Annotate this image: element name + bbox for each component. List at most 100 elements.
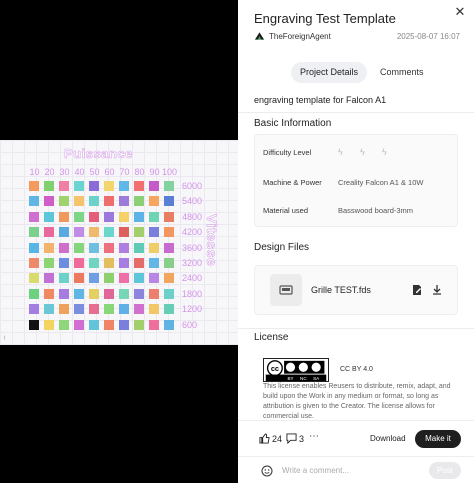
test-swatch [89, 319, 99, 330]
test-swatch [104, 227, 114, 238]
test-swatch [74, 273, 84, 284]
test-swatch [104, 257, 114, 268]
preview-corner-mark: ˡ [4, 336, 6, 343]
edit-file-icon[interactable] [411, 284, 423, 296]
test-swatch [59, 288, 69, 299]
test-swatch [104, 181, 114, 191]
test-swatch [104, 242, 114, 253]
test-swatch [164, 181, 174, 191]
comment-count-button[interactable]: 3 [286, 433, 304, 444]
speed-row-label: 1200 [182, 304, 203, 315]
license-description: This license enables Reusers to distribu… [263, 383, 451, 420]
test-swatch [44, 196, 54, 207]
test-swatch [104, 211, 114, 222]
test-swatch [119, 273, 129, 284]
swatch-row: 6000 [29, 181, 208, 196]
author-name[interactable]: TheForeignAgent [269, 32, 331, 41]
project-preview-image: Puissance 10 20 30 40 50 60 70 80 90 100 6000 5400… [0, 140, 238, 345]
license-card: cc BY NC SA CC BY 4.0 This license enabl… [254, 350, 458, 420]
difficulty-label: Difficulty Level [263, 147, 312, 157]
tab-comments[interactable]: Comments [371, 62, 433, 83]
author-logo-icon [254, 32, 265, 40]
test-swatch [74, 304, 84, 315]
action-footer: 24 3 ⋯ Download Make it [238, 420, 474, 456]
test-swatch [59, 304, 69, 315]
test-swatch [164, 211, 174, 222]
download-icon[interactable] [431, 284, 443, 296]
test-swatch [119, 227, 129, 238]
test-swatch [29, 242, 39, 253]
test-swatch [149, 181, 159, 191]
difficulty-bolt-icon: ϟ [382, 147, 387, 157]
power-column-label: 40 [74, 167, 85, 177]
test-swatch [104, 273, 114, 284]
test-swatch [44, 273, 54, 284]
test-swatch [164, 288, 174, 299]
test-swatch [29, 257, 39, 268]
test-swatch [44, 227, 54, 238]
swatch-row: 2400 [29, 273, 208, 288]
design-file-card[interactable]: Grille TEST.fds [254, 265, 458, 315]
test-swatch [149, 227, 159, 238]
power-column-label: 80 [134, 167, 145, 177]
test-swatch [164, 273, 174, 284]
svg-text:NC: NC [300, 376, 307, 381]
test-swatch [119, 196, 129, 207]
test-swatch [59, 242, 69, 253]
swatch-row: 4200 [29, 227, 208, 242]
make-it-button[interactable]: Make it [415, 430, 461, 448]
test-swatch [119, 288, 129, 299]
download-button[interactable]: Download [370, 434, 406, 443]
test-swatch [74, 242, 84, 253]
difficulty-bolt-icon: ϟ [338, 147, 343, 157]
file-name[interactable]: Grille TEST.fds [311, 285, 371, 295]
test-swatch [74, 211, 84, 222]
swatch-row: 4800 [29, 211, 208, 227]
test-swatch [89, 304, 99, 315]
laser-machine-icon [279, 285, 293, 295]
comment-input[interactable] [282, 463, 412, 478]
power-column-label: 50 [89, 167, 100, 177]
speed-row-label: 600 [182, 319, 198, 330]
license-heading: License [254, 332, 289, 343]
emoji-icon[interactable] [261, 465, 273, 477]
test-swatch [119, 319, 129, 330]
license-name: CC BY 4.0 [340, 366, 373, 373]
post-button[interactable]: Post [429, 462, 461, 479]
swatch-row: 3600 [29, 242, 208, 258]
test-swatch [89, 273, 99, 284]
power-column-label: 70 [119, 167, 130, 177]
swatch-row: 1200 [29, 304, 208, 319]
power-column-label: 30 [59, 167, 70, 177]
tab-project-details[interactable]: Project Details [291, 62, 368, 83]
test-swatch [44, 181, 54, 191]
svg-text:cc: cc [271, 364, 279, 373]
test-swatch [74, 227, 84, 238]
swatch-row: 600 [29, 319, 208, 335]
test-swatch [149, 196, 159, 207]
test-swatch [29, 211, 39, 222]
like-button[interactable]: 24 [259, 433, 282, 444]
power-column-label: 100 [162, 167, 178, 177]
swatch-row: 1800 [29, 288, 208, 304]
test-swatch [44, 288, 54, 299]
test-swatch [134, 273, 144, 284]
test-swatch [74, 319, 84, 330]
test-swatch [74, 181, 84, 191]
test-swatch [89, 242, 99, 253]
difficulty-row: Difficulty Level ϟ ϟ ϟ [263, 147, 453, 157]
test-swatch [29, 319, 39, 330]
divider [238, 112, 474, 113]
test-swatch [149, 257, 159, 268]
author[interactable]: TheForeignAgent [254, 31, 331, 41]
test-swatch [104, 319, 114, 330]
test-swatch [44, 304, 54, 315]
test-swatch [149, 288, 159, 299]
comment-bar: Post [238, 456, 474, 483]
test-swatch [164, 304, 174, 315]
test-swatch [59, 181, 69, 191]
close-icon[interactable]: ✕ [452, 4, 468, 20]
project-details-panel: ✕ Engraving Test Template TheForeignAgen… [238, 0, 474, 483]
more-options-icon[interactable]: ⋯ [309, 431, 320, 442]
test-swatch [134, 227, 144, 238]
